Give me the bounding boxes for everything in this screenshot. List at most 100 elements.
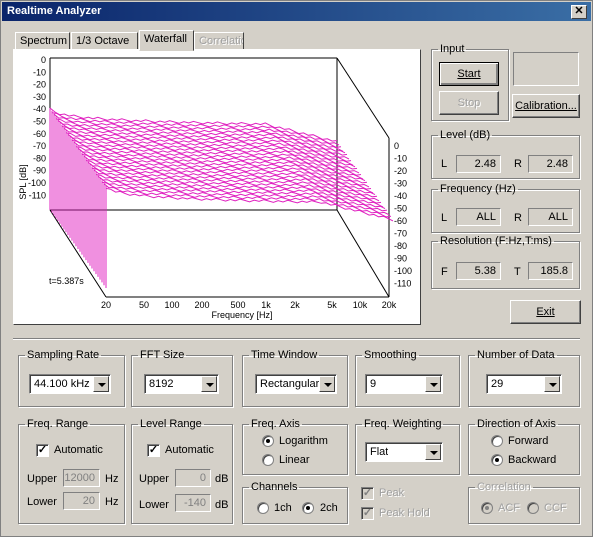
freq-lower-input: 20: [63, 492, 100, 510]
fft-size-select[interactable]: 8192: [144, 374, 219, 394]
close-icon[interactable]: ✕: [571, 5, 587, 19]
y-axis-label: SPL [dB]: [18, 164, 28, 199]
channels-1ch-radio[interactable]: [257, 502, 269, 514]
y-tick-label: -80: [33, 153, 46, 163]
number-of-data-select[interactable]: 29: [486, 374, 562, 394]
channels-1ch-label: 1ch: [274, 502, 292, 514]
calibration-label: Calibration...: [515, 100, 577, 112]
level-range-automatic-checkbox[interactable]: ✓: [147, 444, 160, 457]
correlation-ccf-label: CCF: [544, 502, 567, 514]
chevron-down-icon[interactable]: [201, 376, 217, 392]
correlation-acf-label: ACF: [498, 502, 520, 514]
z-tick-label: -50: [394, 204, 407, 214]
status-indicator: [513, 52, 579, 86]
level-upper-unit: dB: [215, 473, 229, 485]
y-tick-label: -10: [33, 67, 46, 77]
res-f-value: 5.38: [456, 262, 501, 280]
y-tick-label: -30: [33, 92, 46, 102]
freq-weighting-select[interactable]: Flat: [365, 442, 443, 462]
z-tick-label: -40: [394, 191, 407, 201]
peak-hold-label: Peak Hold: [379, 507, 430, 519]
z-tick-label: 0: [394, 141, 399, 151]
frame-line: [336, 57, 390, 139]
waterfall-trace: [103, 183, 392, 218]
calibration-button[interactable]: Calibration...: [512, 94, 580, 118]
peak-label: Peak: [379, 487, 405, 499]
start-button[interactable]: Start: [439, 62, 499, 86]
level-lower-unit: dB: [215, 499, 229, 511]
exit-label: Exit: [536, 306, 555, 318]
level-lower-label: Lower: [139, 499, 169, 511]
level-range-legend: Level Range: [140, 418, 202, 430]
x-tick-label: 500: [230, 300, 245, 310]
peak-checkbox: ✓: [361, 487, 374, 500]
direction-backward-radio[interactable]: [491, 454, 503, 466]
smoothing-value: 9: [370, 378, 377, 390]
channels-2ch-label: 2ch: [320, 502, 338, 514]
z-tick-label: -70: [394, 229, 407, 239]
freq-range-automatic-checkbox[interactable]: ✓: [36, 444, 49, 457]
direction-backward-label: Backward: [508, 454, 557, 466]
smoothing-select[interactable]: 9: [365, 374, 443, 394]
res-t-label: T: [514, 266, 521, 278]
tab-spectrum[interactable]: Spectrum: [15, 32, 70, 50]
sampling-rate-legend: Sampling Rate: [27, 349, 100, 361]
tab-third-octave[interactable]: 1/3 Octave: [71, 32, 138, 50]
sampling-rate-select[interactable]: 44.100 kHz: [29, 374, 111, 394]
x-tick-label: 5k: [327, 300, 337, 310]
y-tick-label: -60: [33, 129, 46, 139]
chevron-down-icon[interactable]: [319, 376, 335, 392]
freq-l-label: L: [441, 212, 448, 224]
x-tick-label: 10k: [353, 300, 368, 310]
resolution-legend: Resolution (F:Hz,T:ms): [440, 235, 552, 247]
waterfall-trace: [73, 141, 362, 176]
frequency-legend: Frequency (Hz): [440, 183, 516, 195]
freq-axis-linear-radio[interactable]: [262, 454, 274, 466]
title-bar: Realtime Analyzer ✕: [2, 2, 591, 21]
res-t-value: 185.8: [528, 262, 573, 280]
y-tick-label: -110: [29, 190, 46, 200]
separator: [13, 338, 580, 340]
z-tick-label: -90: [394, 254, 407, 264]
level-l-value: 2.48: [456, 155, 501, 173]
y-tick-label: -50: [33, 117, 46, 127]
x-tick-label: 100: [164, 300, 179, 310]
freq-upper-label: Upper: [27, 473, 57, 485]
y-tick-label: -40: [33, 104, 46, 114]
freq-axis-linear-label: Linear: [279, 454, 310, 466]
freq-lower-unit: Hz: [105, 496, 119, 508]
level-lower-input: -140: [175, 494, 211, 512]
freq-r-label: R: [514, 212, 522, 224]
tab-waterfall[interactable]: Waterfall: [139, 30, 194, 51]
stop-button: Stop: [439, 91, 499, 115]
direction-forward-label: Forward: [508, 435, 549, 447]
peak-hold-checkbox: ✓: [361, 507, 374, 520]
chevron-down-icon[interactable]: [425, 444, 441, 460]
exit-button[interactable]: Exit: [510, 300, 581, 324]
sampling-rate-value: 44.100 kHz: [34, 378, 90, 390]
x-tick-label: 50: [139, 300, 149, 310]
freq-axis-logarithm-radio[interactable]: [262, 435, 274, 447]
channels-legend: Channels: [251, 481, 298, 493]
level-legend: Level (dB): [440, 129, 491, 141]
frame-line: [336, 209, 390, 298]
waterfall-chart: 0 -10 -20 -30 -40 -50 -60 -70 -80 -90 -100 -110 0 -10…: [18, 55, 412, 320]
time-window-value: Rectangular: [260, 378, 320, 390]
time-label: t=5.387s: [49, 276, 84, 286]
chevron-down-icon[interactable]: [425, 376, 441, 392]
freq-axis-legend: Freq. Axis: [251, 418, 300, 430]
number-of-data-legend: Number of Data: [477, 349, 555, 361]
chevron-down-icon[interactable]: [93, 376, 109, 392]
waterfall-panel: 0 -10 -20 -30 -40 -50 -60 -70 -80 -90 -100 -110 0 -10…: [13, 49, 421, 325]
level-range-automatic-label: Automatic: [165, 444, 214, 456]
x-tick-label: 1k: [261, 300, 271, 310]
time-window-legend: Time Window: [251, 349, 318, 361]
direction-legend: Direction of Axis: [477, 418, 556, 430]
time-window-select[interactable]: Rectangular: [255, 374, 337, 394]
channels-2ch-radio[interactable]: [302, 502, 314, 514]
freq-range-automatic-label: Automatic: [54, 444, 103, 456]
direction-forward-radio[interactable]: [491, 435, 503, 447]
y-tick-label: -90: [33, 166, 46, 176]
chevron-down-icon[interactable]: [544, 376, 560, 392]
level-r-label: R: [514, 158, 522, 170]
